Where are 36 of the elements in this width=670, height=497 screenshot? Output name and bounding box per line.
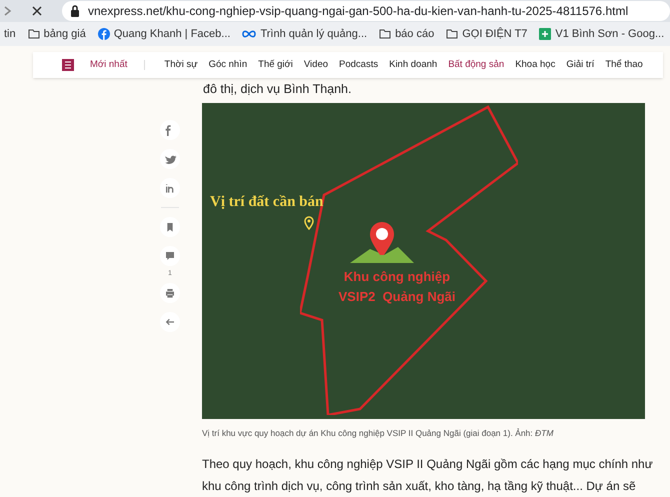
bookmark-item[interactable]: báo cáo: [379, 26, 434, 42]
nav-link[interactable]: Giải trí: [566, 58, 594, 72]
bookmark-item[interactable]: Trình quản lý quảng...: [242, 26, 368, 42]
lock-icon: [70, 5, 80, 17]
folder-icon: [28, 29, 40, 39]
nav-link[interactable]: Podcasts: [339, 58, 378, 72]
nav-link[interactable]: Thời sự: [164, 58, 198, 72]
bookmark-item[interactable]: GỌI ĐIỆN T7: [446, 26, 528, 42]
location-pin-icon: [304, 216, 314, 230]
address-bar[interactable]: vnexpress.net/khu-cong-nghiep-vsip-quang-ngai-gan-500-ha-du-kien-van-hanh-tu-2025-4811576.html: [62, 1, 670, 21]
facebook-icon: [98, 28, 110, 40]
bookmark-item[interactable]: V1 Bình Sơn - Goog...: [539, 26, 664, 42]
nav-link[interactable]: Mới nhất: [90, 58, 128, 72]
newspaper-icon[interactable]: [62, 59, 74, 71]
bookmark-item[interactable]: tin: [4, 26, 16, 42]
article-text: đô thị, dịch vụ Bình Thạnh.: [203, 81, 352, 98]
forward-icon[interactable]: [4, 6, 12, 16]
spreadsheet-icon: [539, 28, 552, 40]
bookmark-item[interactable]: Quang Khanh | Faceb...: [98, 26, 230, 42]
bookmark-item[interactable]: bảng giá: [28, 26, 86, 42]
nav-link[interactable]: Kinh doanh: [389, 58, 438, 72]
map-marker-icon: [350, 221, 414, 265]
nav-link[interactable]: Thế giới: [258, 58, 293, 72]
nav-link[interactable]: Bất động sản: [448, 58, 504, 72]
infinity-icon: [242, 30, 256, 38]
nav-link[interactable]: Video: [304, 58, 328, 72]
nav-link[interactable]: Thể thao: [605, 58, 643, 72]
article-paragraph: Theo quy hoạch, khu công nghiệp VSIP II Quảng Ngãi gồm các hạng mục chính như khu công trình dịch vụ, công trình sản xuất, kho tàng, hạ tầng kỹ thuật... Dự án sẽ: [202, 456, 654, 495]
url-text: vnexpress.net/khu-cong-nghiep-vsip-quang-ngai-gan-500-ha-du-kien-van-hanh-tu-2025-4811576.html: [88, 3, 628, 20]
nav-link[interactable]: Góc nhìn: [208, 58, 248, 72]
folder-icon: [446, 29, 458, 39]
folder-icon: [379, 29, 392, 39]
image-caption: Vị trí khu vực quy hoạch dự án Khu công nghiệp VSIP II Quảng Ngãi (giai đoạn 1). Ảnh: ĐTM: [202, 427, 554, 440]
close-icon[interactable]: [32, 6, 42, 16]
nav-link[interactable]: Khoa học: [515, 58, 556, 72]
map-label: Khu công nghiệp VSIP2 Quảng Ngãi: [337, 268, 457, 306]
